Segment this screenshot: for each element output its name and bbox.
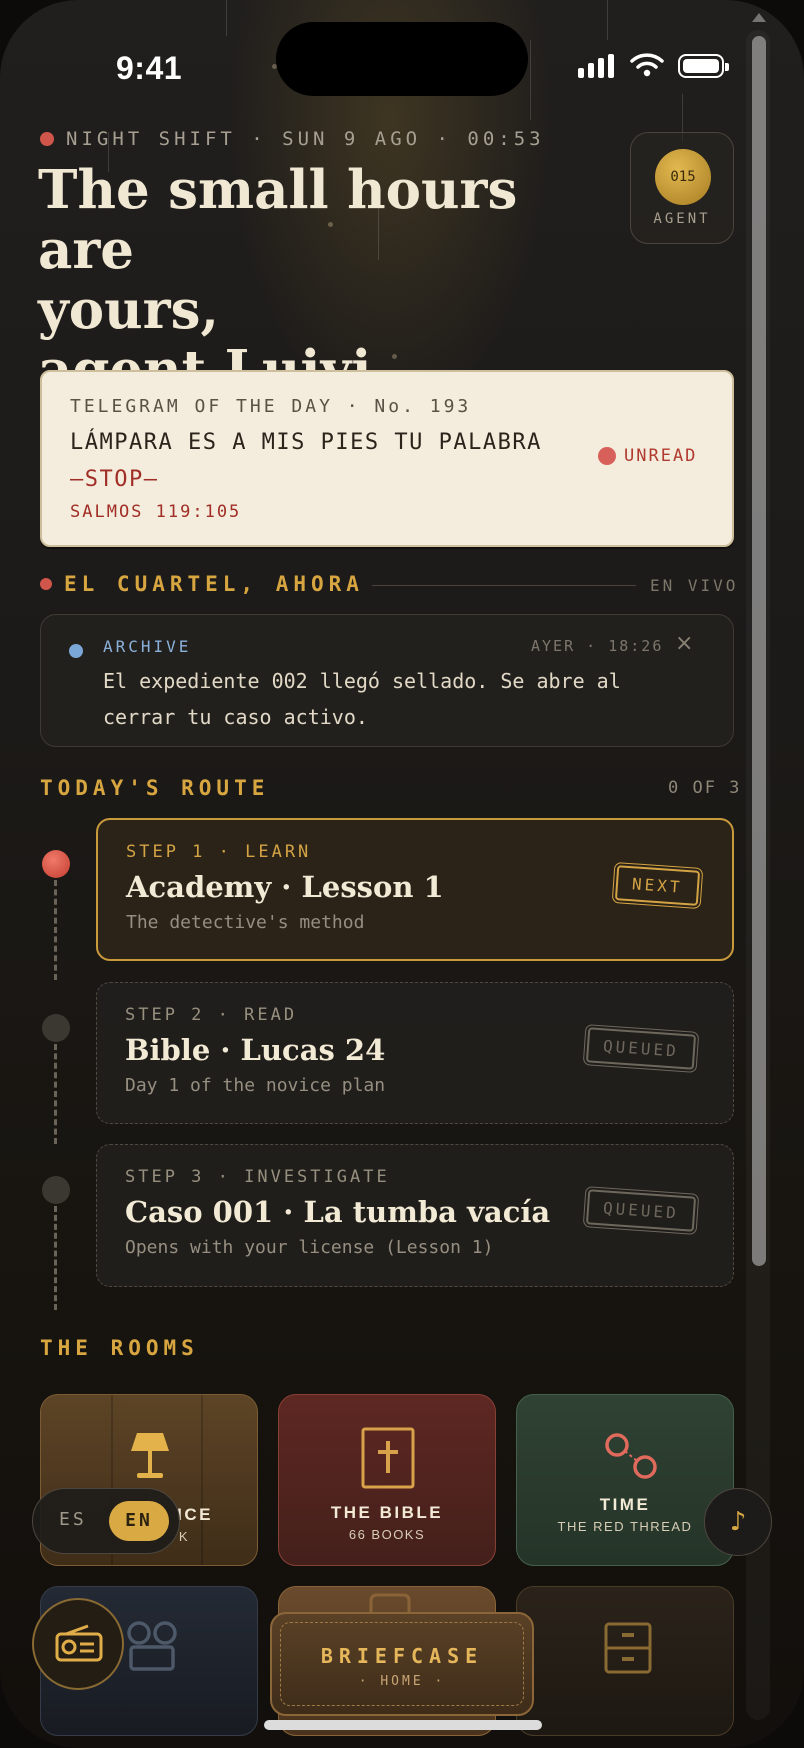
- step-tag: STEP 3 · INVESTIGATE: [125, 1167, 390, 1187]
- rain-streak: [530, 40, 531, 120]
- step-tag: STEP 2 · READ: [125, 1005, 298, 1025]
- greeting-line: yours,: [38, 279, 219, 341]
- home-indicator[interactable]: [264, 1720, 542, 1730]
- unread-dot-icon: [598, 447, 616, 465]
- route-rail: [54, 1044, 57, 1144]
- rooms-title: THE ROOMS: [40, 1336, 199, 1360]
- lang-en-option[interactable]: EN: [109, 1501, 169, 1541]
- bible-cross-icon: [361, 1427, 415, 1489]
- room-time[interactable]: TIME THE RED THREAD: [516, 1394, 734, 1566]
- agent-label: AGENT: [653, 211, 711, 227]
- room-subtitle: 66 BOOKS: [348, 1527, 426, 1542]
- rain-streak: [226, 0, 227, 36]
- route-step-3[interactable]: STEP 3 · INVESTIGATE Caso 001 · La tumba…: [96, 1144, 734, 1287]
- telegram-card[interactable]: TELEGRAM OF THE DAY · No. 193 LÁMPARA ES…: [40, 370, 734, 547]
- rain-streak: [607, 0, 608, 40]
- queued-stamp: QUEUED: [582, 1023, 699, 1074]
- dynamic-island: [276, 22, 528, 96]
- step-title: Caso 001 · La tumba vacía: [125, 1195, 551, 1229]
- route-pin-active: [42, 850, 70, 878]
- telegram-message: LÁMPARA ES A MIS PIES TU PALABRA —STOP—: [70, 424, 570, 498]
- rooms-heading: THE ROOMS: [40, 1336, 199, 1360]
- music-note-icon[interactable]: ♪: [704, 1488, 772, 1556]
- greeting-line: The small hours are: [38, 159, 518, 281]
- lang-es-option[interactable]: ES: [59, 1509, 87, 1530]
- step-title: Bible · Lucas 24: [125, 1033, 386, 1067]
- next-stamp: NEXT: [611, 861, 703, 910]
- step-title: Academy · Lesson 1: [126, 870, 444, 904]
- live-label: EN VIVO: [650, 576, 739, 595]
- step-subtitle: Day 1 of the novice plan: [125, 1075, 386, 1096]
- room-bible[interactable]: THE BIBLE 66 BOOKS: [278, 1394, 496, 1566]
- status-time: 9:41: [116, 50, 183, 86]
- room-subtitle: THE RED THREAD: [557, 1519, 693, 1534]
- step-subtitle: Opens with your license (Lesson 1): [125, 1237, 494, 1258]
- route-heading: TODAY'S ROUTE: [40, 776, 269, 800]
- briefcase-home-button[interactable]: BRIEFCASE · HOME ·: [270, 1612, 534, 1716]
- telegram-reference: SALMOS 119:105: [70, 502, 242, 522]
- film-reel-icon: [127, 1621, 177, 1671]
- room-tile-cabinet[interactable]: [516, 1586, 734, 1736]
- status-dot: [40, 132, 54, 146]
- telegram-verse: LÁMPARA ES A MIS PIES TU PALABRA: [70, 430, 542, 455]
- scrollbar-thumb[interactable]: [752, 36, 766, 1266]
- route-step-1[interactable]: STEP 1 · LEARN Academy · Lesson 1 The de…: [96, 818, 734, 961]
- notification-tag: ARCHIVE: [103, 637, 192, 656]
- shift-kicker: NIGHT SHIFT · SUN 9 AGO · 00:53: [40, 128, 545, 150]
- red-thread-icon: [605, 1433, 657, 1479]
- phone-screen: 9:41 NIGHT SHIFT · SUN 9 AGO · 00:53 The…: [0, 0, 804, 1748]
- language-toggle[interactable]: ES EN: [32, 1488, 180, 1554]
- lamp-icon: [131, 1433, 169, 1478]
- live-dot-icon: [40, 578, 52, 590]
- briefcase-title: BRIEFCASE: [320, 1644, 484, 1668]
- unread-label: UNREAD: [624, 446, 698, 466]
- room-title: TIME: [599, 1495, 651, 1514]
- wifi-icon: [630, 53, 664, 77]
- room-title: THE BIBLE: [330, 1503, 444, 1522]
- kicker-text: NIGHT SHIFT · SUN 9 AGO · 00:53: [66, 128, 545, 150]
- close-icon[interactable]: ×: [675, 631, 693, 656]
- route-step-2[interactable]: STEP 2 · READ Bible · Lucas 24 Day 1 of …: [96, 982, 734, 1124]
- step-subtitle: The detective's method: [126, 912, 365, 933]
- route-title: TODAY'S ROUTE: [40, 776, 270, 800]
- greeting-title: The small hours are yours, agent Luiyi: [38, 160, 598, 400]
- archive-notification[interactable]: ARCHIVE AYER · 18:26 × El expediente 002…: [40, 614, 734, 747]
- route-pin: [42, 1176, 70, 1204]
- telegram-stop: —STOP—: [70, 467, 159, 492]
- divider: [372, 585, 636, 586]
- cellular-signal-icon: [578, 54, 614, 78]
- battery-icon: [678, 54, 729, 78]
- unread-status: UNREAD: [598, 446, 697, 466]
- route-count: 0 OF 3: [668, 778, 742, 798]
- headquarters-title: EL CUARTEL, AHORA: [64, 572, 364, 596]
- radio-icon: [55, 1624, 103, 1662]
- radio-button[interactable]: [32, 1598, 124, 1690]
- briefcase-subtitle: · HOME ·: [358, 1674, 446, 1689]
- notification-message: El expediente 002 llegó sellado. Se abre…: [103, 669, 621, 729]
- archive-dot-icon: [69, 644, 83, 658]
- scroll-up-arrow-icon[interactable]: [750, 10, 768, 24]
- agent-badge-button[interactable]: 015 AGENT: [630, 132, 734, 244]
- notification-time: AYER · 18:26: [531, 637, 664, 655]
- step-tag: STEP 1 · LEARN: [126, 842, 312, 862]
- headquarters-heading: EL CUARTEL, AHORA: [40, 572, 364, 596]
- route-rail: [54, 1206, 57, 1310]
- filing-cabinet-icon: [604, 1622, 652, 1674]
- telegram-label: TELEGRAM OF THE DAY · No. 193: [70, 396, 472, 417]
- agent-coin-icon: 015: [655, 149, 711, 205]
- route-pin: [42, 1014, 70, 1042]
- route-rail: [54, 880, 57, 980]
- queued-stamp: QUEUED: [582, 1185, 699, 1236]
